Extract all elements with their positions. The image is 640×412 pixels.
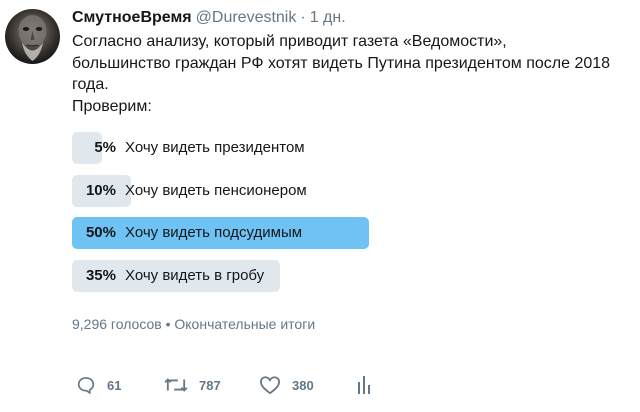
like-count: 380	[292, 377, 314, 393]
retweet-icon	[164, 375, 188, 395]
avatar[interactable]	[5, 9, 60, 64]
reply-icon	[76, 375, 96, 395]
poll-percent: 5%	[94, 139, 116, 156]
poll-percent: 35%	[85, 266, 116, 284]
like-icon	[259, 375, 281, 395]
poll-option-label: Хочу видеть пенсионером	[125, 181, 307, 199]
poll-option-label: Хочу видеть в гробу	[125, 266, 265, 284]
like-button[interactable]: 380	[259, 373, 314, 397]
poll-percent: 10%	[85, 181, 116, 199]
tweet-text: Согласно анализу, который приводит газет…	[72, 31, 632, 117]
timestamp[interactable]: 1 дн.	[310, 9, 346, 26]
analytics-icon	[356, 374, 372, 396]
poll-option: 35% Хочу видеть в гробу	[72, 259, 472, 292]
separator: ·	[300, 9, 306, 26]
display-name[interactable]: СмутноеВремя	[72, 9, 192, 26]
poll-option-label: Хочу видеть подсудимым	[125, 224, 303, 241]
reply-button[interactable]: 61	[76, 373, 121, 397]
poll-option-label: Хочу видеть президентом	[125, 139, 305, 156]
reply-count: 61	[107, 377, 122, 393]
tweet-text-line: Согласно анализу, который приводит газет…	[72, 33, 507, 50]
tweet-actions: 61 787 380	[76, 373, 396, 397]
tweet-text-line: большинство граждан РФ хотят видеть Пути…	[72, 54, 611, 72]
retweet-count: 787	[199, 377, 221, 393]
tweet-header: СмутноеВремя @Durevestnik · 1 дн.	[72, 9, 346, 27]
poll: 5% Хочу видеть президентом 10% Хочу виде…	[72, 132, 472, 302]
user-handle[interactable]: @Durevestnik	[196, 9, 297, 26]
poll-option: 10% Хочу видеть пенсионером	[72, 174, 472, 207]
analytics-button[interactable]	[356, 373, 372, 397]
tweet-text-line: Проверим:	[72, 97, 152, 115]
poll-option: 50% Хочу видеть подсудимым	[72, 217, 472, 249]
poll-option: 5% Хочу видеть президентом	[72, 132, 472, 164]
poll-results-meta: 9,296 голосов • Окончательные итоги	[72, 316, 316, 332]
poll-percent: 50%	[85, 224, 116, 241]
tweet-text-line: года.	[72, 76, 109, 93]
retweet-button[interactable]: 787	[164, 373, 221, 397]
